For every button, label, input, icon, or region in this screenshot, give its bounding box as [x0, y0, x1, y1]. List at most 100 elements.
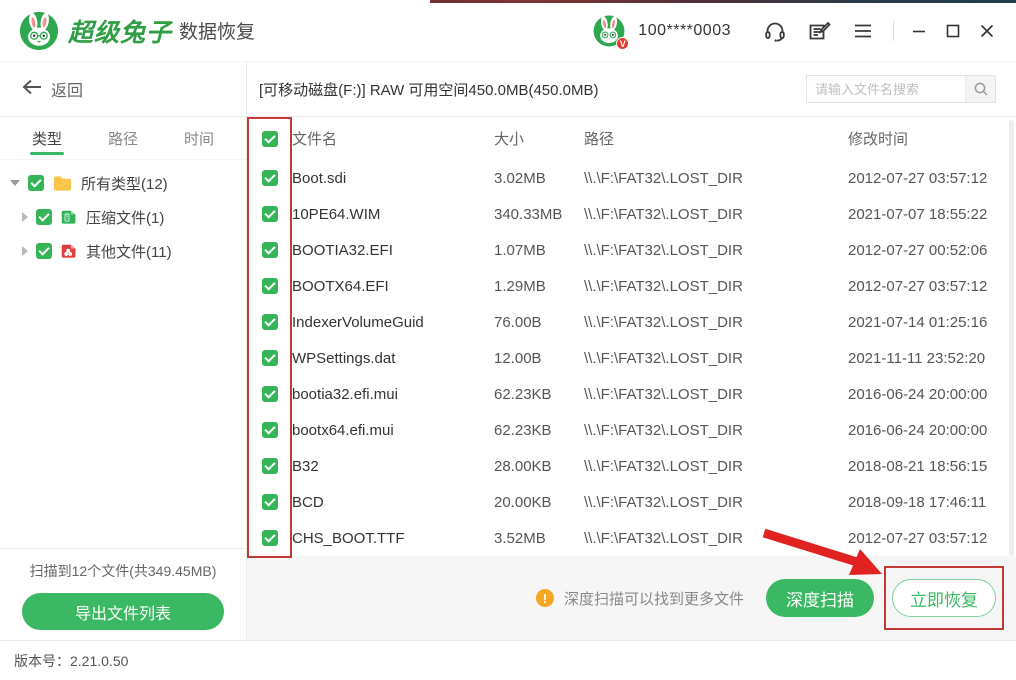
file-time: 2021-11-11 23:52:20	[848, 349, 986, 367]
search-icon	[974, 82, 988, 96]
sidebar-tabs: 类型 路径 时间	[0, 117, 246, 160]
other-file-icon	[61, 244, 76, 258]
export-file-list-button[interactable]: 导出文件列表	[22, 593, 224, 630]
table-row[interactable]: bootia32.efi.mui 62.23KB \\.\F:\FAT32\.L…	[247, 376, 1016, 412]
file-size: 12.00B	[494, 349, 542, 367]
file-path: \\.\F:\FAT32\.LOST_DIR	[584, 457, 743, 475]
file-name: BOOTX64.EFI	[292, 277, 389, 295]
back-arrow-icon	[22, 79, 42, 100]
row-checkbox[interactable]	[261, 242, 278, 258]
search-input[interactable]	[807, 76, 965, 102]
file-size: 62.23KB	[494, 421, 552, 439]
tree-item-label: 压缩文件(1)	[86, 209, 165, 227]
maximize-button[interactable]	[939, 17, 967, 45]
file-name: 10PE64.WIM	[292, 205, 381, 223]
row-checkbox[interactable]	[261, 530, 278, 546]
row-checkbox[interactable]	[261, 386, 278, 402]
desktop-background-sliver	[430, 0, 1016, 3]
chevron-down-icon[interactable]	[10, 180, 20, 186]
file-type-tree: 所有类型(12) 压缩文件(1) 其他文件(11)	[0, 160, 246, 548]
sidebar-bottom: 扫描到12个文件(共349.45MB) 导出文件列表	[0, 548, 246, 640]
file-name: B32	[292, 457, 319, 475]
row-checkbox[interactable]	[261, 422, 278, 438]
tree-item-archives[interactable]: 压缩文件(1)	[0, 200, 246, 234]
tab-path[interactable]: 路径	[108, 117, 138, 159]
table-row[interactable]: BOOTIA32.EFI 1.07MB \\.\F:\FAT32\.LOST_D…	[247, 232, 1016, 268]
file-time: 2012-07-27 03:57:12	[848, 169, 988, 187]
brand-suffix: 数据恢复	[179, 22, 256, 43]
table-row[interactable]: CHS_BOOT.TTF 3.52MB \\.\F:\FAT32\.LOST_D…	[247, 520, 1016, 556]
feedback-icon[interactable]	[806, 18, 832, 44]
table-row[interactable]: IndexerVolumeGuid 76.00B \\.\F:\FAT32\.L…	[247, 304, 1016, 340]
row-checkbox[interactable]	[261, 314, 278, 330]
file-path: \\.\F:\FAT32\.LOST_DIR	[584, 493, 743, 511]
tree-item-label: 所有类型(12)	[81, 175, 168, 193]
row-checkbox[interactable]	[261, 170, 278, 186]
file-path: \\.\F:\FAT32\.LOST_DIR	[584, 277, 743, 295]
tab-time[interactable]: 时间	[184, 117, 214, 159]
row-checkbox[interactable]	[261, 206, 278, 222]
checkbox-checked[interactable]	[28, 175, 44, 191]
col-header-name[interactable]: 文件名	[292, 128, 494, 149]
row-checkbox[interactable]	[261, 494, 278, 510]
col-header-size[interactable]: 大小	[494, 128, 584, 149]
checkbox-checked[interactable]	[36, 209, 52, 225]
file-time: 2012-07-27 03:57:12	[848, 529, 988, 547]
deep-scan-notice: 深度扫描可以找到更多文件	[563, 590, 744, 608]
search-button[interactable]	[965, 76, 995, 102]
close-button[interactable]	[973, 17, 1001, 45]
file-size: 20.00KB	[494, 493, 552, 511]
file-path: \\.\F:\FAT32\.LOST_DIR	[584, 313, 743, 331]
file-time: 2018-08-21 18:56:15	[848, 457, 988, 475]
table-row[interactable]: WPSettings.dat 12.00B \\.\F:\FAT32\.LOST…	[247, 340, 1016, 376]
file-name: IndexerVolumeGuid	[292, 313, 424, 331]
file-size: 1.29MB	[494, 277, 546, 295]
file-time: 2018-09-18 17:46:11	[848, 493, 987, 511]
file-path: \\.\F:\FAT32\.LOST_DIR	[584, 205, 743, 223]
scrollbar[interactable]	[1009, 120, 1014, 556]
chevron-right-icon[interactable]	[22, 246, 28, 256]
table-row[interactable]: BOOTX64.EFI 1.29MB \\.\F:\FAT32\.LOST_DI…	[247, 268, 1016, 304]
sidebar: 返回 类型 路径 时间 所有类型(12) 压缩文件(1) 其他文件(11) 扫描…	[0, 62, 247, 640]
back-button[interactable]: 返回	[0, 62, 246, 117]
avatar[interactable]: V	[592, 14, 630, 50]
menu-icon[interactable]	[850, 18, 876, 44]
file-size: 3.52MB	[494, 529, 546, 547]
file-time: 2012-07-27 00:52:06	[848, 241, 988, 259]
row-checkbox[interactable]	[261, 278, 278, 294]
deep-scan-button[interactable]: 深度扫描	[766, 579, 874, 617]
app-logo: 超级兔子 数据恢复	[18, 10, 255, 52]
footer: 版本号：2.21.0.50	[0, 640, 1016, 680]
version-label: 版本号：2.21.0.50	[14, 652, 129, 669]
tree-item-all-types[interactable]: 所有类型(12)	[0, 166, 246, 200]
file-size: 340.33MB	[494, 205, 563, 223]
col-header-time[interactable]: 修改时间	[848, 128, 1016, 149]
file-name: Boot.sdi	[292, 169, 347, 187]
checkbox-checked[interactable]	[36, 243, 52, 259]
recover-now-button[interactable]: 立即恢复	[892, 579, 996, 617]
select-all-checkbox[interactable]	[261, 130, 278, 147]
table-row[interactable]: 10PE64.WIM 340.33MB \\.\F:\FAT32\.LOST_D…	[247, 196, 1016, 232]
account-number[interactable]: 100****0003	[638, 22, 731, 40]
rabbit-logo-icon	[19, 11, 59, 50]
minimize-button[interactable]	[905, 17, 933, 45]
tree-item-other-files[interactable]: 其他文件(11)	[0, 234, 246, 268]
drive-info: [可移动磁盘(F:)] RAW 可用空间450.0MB(450.0MB)	[259, 81, 599, 99]
action-bar: ! 深度扫描可以找到更多文件 深度扫描 立即恢复	[247, 556, 1016, 640]
table-row[interactable]: bootx64.efi.mui 62.23KB \\.\F:\FAT32\.LO…	[247, 412, 1016, 448]
file-time: 2016-06-24 20:00:00	[848, 385, 988, 403]
row-checkbox[interactable]	[261, 458, 278, 474]
file-name: bootia32.efi.mui	[292, 385, 398, 403]
table-row[interactable]: BCD 20.00KB \\.\F:\FAT32\.LOST_DIR 2018-…	[247, 484, 1016, 520]
col-header-path[interactable]: 路径	[584, 128, 848, 149]
tab-type[interactable]: 类型	[29, 117, 65, 159]
file-time: 2012-07-27 03:57:12	[848, 277, 988, 295]
file-size: 28.00KB	[494, 457, 552, 475]
content-toolbar: [可移动磁盘(F:)] RAW 可用空间450.0MB(450.0MB)	[247, 62, 1016, 117]
table-row[interactable]: Boot.sdi 3.02MB \\.\F:\FAT32\.LOST_DIR 2…	[247, 160, 1016, 196]
file-path: \\.\F:\FAT32\.LOST_DIR	[584, 241, 743, 259]
chevron-right-icon[interactable]	[22, 212, 28, 222]
support-headset-icon[interactable]	[762, 18, 788, 44]
row-checkbox[interactable]	[261, 350, 278, 366]
table-row[interactable]: B32 28.00KB \\.\F:\FAT32\.LOST_DIR 2018-…	[247, 448, 1016, 484]
